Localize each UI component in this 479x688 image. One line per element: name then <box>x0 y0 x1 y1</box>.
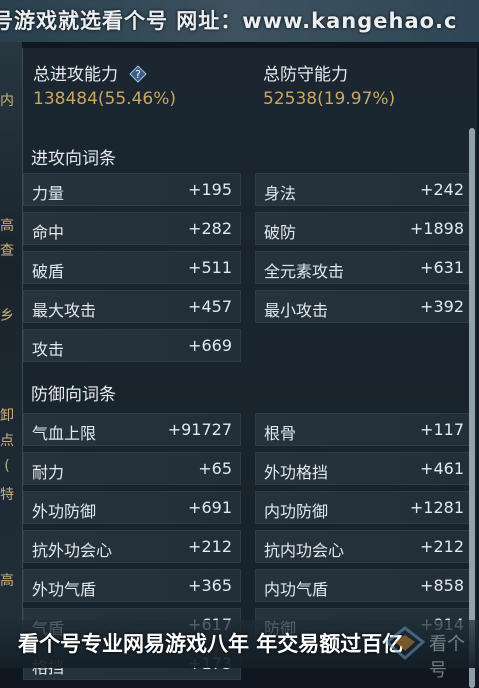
stat-row: 身法 +242 <box>255 173 473 206</box>
stat-value: +282 <box>188 219 232 238</box>
stat-value: +212 <box>188 537 232 556</box>
edge-glyph: 内 <box>0 93 14 109</box>
stat-value: +91727 <box>167 420 232 439</box>
summary-header: 总进攻能力 ? 138484(55.46%) 总防守能力 52538(19.97… <box>23 56 477 124</box>
stat-row: 抗内功会心 +212 <box>255 530 473 563</box>
edge-glyph: 点 <box>0 433 14 449</box>
bottom-watermark: 看个号专业网易游戏八年 年交易额过百亿 看个号 <box>0 620 479 681</box>
edge-glyph: 卸 <box>0 408 14 424</box>
scrollbar[interactable] <box>469 128 475 688</box>
defense-value: 52538(19.97%) <box>263 89 396 109</box>
stat-value: +1898 <box>409 219 464 238</box>
stat-row: 耐力 +65 <box>23 452 241 485</box>
top-watermark: 号游戏就选看个号 网址：www.kangehao.c <box>0 0 479 42</box>
defense-label: 总防守能力 <box>263 65 348 85</box>
stat-row: 攻击 +669 <box>23 329 241 362</box>
stat-row: 最小攻击 +392 <box>255 290 473 323</box>
stat-value: +242 <box>420 180 464 199</box>
stat-row: 破盾 +511 <box>23 251 241 284</box>
stat-name: 最小攻击 <box>264 301 329 320</box>
stat-value: +511 <box>188 258 232 277</box>
stat-value: +669 <box>188 336 232 355</box>
stat-row: 命中 +282 <box>23 212 241 245</box>
stat-value: +461 <box>420 459 464 478</box>
stat-row: 力量 +195 <box>23 173 241 206</box>
stat-value: +631 <box>420 258 464 277</box>
attack-section-title: 进攻向词条 <box>31 149 116 169</box>
edge-glyph: 高 <box>0 218 14 234</box>
stat-name: 外功格挡 <box>264 463 329 482</box>
watermark-logo: 看个号 <box>384 626 475 681</box>
stat-value: +365 <box>188 576 232 595</box>
stat-value: +392 <box>420 297 464 316</box>
stat-name: 抗内功会心 <box>264 541 345 560</box>
stat-row: 外功格挡 +461 <box>255 452 473 485</box>
svg-text:?: ? <box>135 68 141 81</box>
stat-row: 内功气盾 +858 <box>255 569 473 602</box>
stat-value: +858 <box>420 576 464 595</box>
defense-summary: 总防守能力 52538(19.97%) <box>263 60 395 109</box>
stat-row: 抗外功会心 +212 <box>23 530 241 563</box>
attack-value: 138484(55.46%) <box>33 89 176 109</box>
stat-value: +1281 <box>409 498 464 517</box>
stat-value: +691 <box>188 498 232 517</box>
attack-label: 总进攻能力 <box>33 65 118 85</box>
stat-row: 最大攻击 +457 <box>23 290 241 323</box>
stat-name: 气血上限 <box>32 424 97 443</box>
stat-name: 破盾 <box>32 262 65 281</box>
edge-glyph: 高 <box>0 573 14 589</box>
stat-name: 破防 <box>264 223 297 242</box>
edge-glyph: 查 <box>0 243 14 259</box>
stat-row: 内功防御 +1281 <box>255 491 473 524</box>
attack-summary: 总进攻能力 ? 138484(55.46%) <box>33 60 176 109</box>
defense-section-title: 防御向词条 <box>31 385 116 405</box>
stat-row: 全元素攻击 +631 <box>255 251 473 284</box>
stat-name: 最大攻击 <box>32 301 97 320</box>
stat-value: +195 <box>188 180 232 199</box>
bottom-watermark-text: 看个号专业网易游戏八年 年交易额过百亿 <box>18 632 404 656</box>
stat-name: 身法 <box>264 184 297 203</box>
help-icon[interactable]: ? <box>129 65 148 83</box>
stat-name: 全元素攻击 <box>264 262 345 281</box>
logo-text: 看个号 <box>429 634 465 681</box>
edge-glyph: 特 <box>0 487 14 503</box>
stat-row: 根骨 +117 <box>255 413 473 446</box>
stat-name: 根骨 <box>264 424 297 443</box>
edge-glyph: ( <box>4 458 10 474</box>
stat-value: +212 <box>420 537 464 556</box>
stat-value: +117 <box>420 420 464 439</box>
attack-label-row: 总进攻能力 ? <box>33 60 176 85</box>
stat-name: 耐力 <box>32 463 65 482</box>
stat-name: 抗外功会心 <box>32 541 113 560</box>
stat-name: 内功气盾 <box>264 580 329 599</box>
stat-row: 破防 +1898 <box>255 212 473 245</box>
attribute-panel: 总进攻能力 ? 138484(55.46%) 总防守能力 52538(19.97… <box>22 48 477 688</box>
stat-name: 命中 <box>32 223 65 242</box>
stat-row: 气血上限 +91727 <box>23 413 241 446</box>
stat-name: 攻击 <box>32 340 65 359</box>
stat-name: 内功防御 <box>264 502 329 521</box>
stat-row: 外功防御 +691 <box>23 491 241 524</box>
stat-value: +65 <box>198 459 232 478</box>
top-watermark-text: 号游戏就选看个号 网址：www.kangehao.c <box>0 9 458 33</box>
stat-row: 外功气盾 +365 <box>23 569 241 602</box>
stat-name: 外功防御 <box>32 502 97 521</box>
stat-value: +457 <box>188 297 232 316</box>
stat-name: 力量 <box>32 184 65 203</box>
stat-name: 外功气盾 <box>32 580 97 599</box>
left-background-strip: 内 高 查 乡 卸 点 ( 特 高 <box>0 0 22 668</box>
edge-glyph: 乡 <box>0 308 14 324</box>
